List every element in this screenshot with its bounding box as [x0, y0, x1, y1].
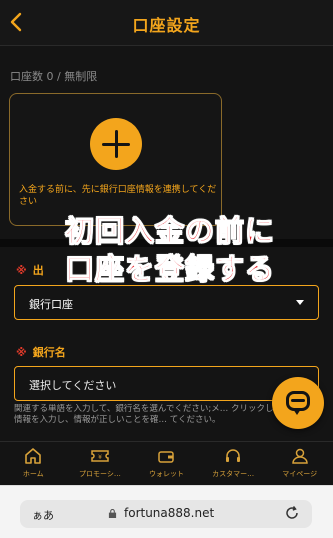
nav-wallet[interactable]: ウォレット	[133, 442, 200, 485]
add-account-note: 入金する前に、先に銀行口座情報を連携してください	[19, 185, 217, 207]
lock-icon	[108, 509, 117, 518]
promo-overlay: 初回入金の前に 口座を登録する	[40, 212, 300, 288]
wallet-icon	[158, 451, 175, 463]
add-account-card[interactable]: 入金する前に、先に銀行口座情報を連携してください	[9, 93, 222, 226]
bank-name-placeholder: 選択してください	[29, 379, 117, 392]
overlay-line1: 初回入金の前に	[64, 214, 275, 249]
header: 口座設定	[0, 0, 333, 46]
overlay-line2: 口座を登録する	[64, 252, 275, 287]
url-text: fortuna888.net	[124, 506, 215, 520]
required-mark: ※	[16, 264, 27, 277]
ticket-icon: ¥	[91, 450, 109, 462]
nav-customer[interactable]: カスタマー…	[200, 442, 267, 485]
text-size-button[interactable]: ぁあ	[32, 507, 54, 523]
account-type-select[interactable]: 銀行口座	[14, 285, 319, 320]
user-icon	[291, 448, 308, 464]
bank-name-label: ※ 銀行名	[16, 346, 66, 359]
svg-text:¥: ¥	[98, 454, 102, 461]
address-bar[interactable]: ぁあ fortuna888.net	[20, 500, 312, 528]
account-count: 口座数 0 / 無制限	[10, 70, 98, 83]
chevron-down-icon	[296, 300, 304, 305]
nav-mypage[interactable]: マイページ	[266, 442, 333, 485]
nav-home[interactable]: ホーム	[0, 442, 67, 485]
page-title: 口座設定	[132, 16, 201, 35]
required-mark: ※	[16, 346, 27, 359]
reload-icon[interactable]	[284, 505, 300, 521]
bank-name-help: 関連する単語を入力して、銀行名を選んでください;メ… クリックして銀行名情報を入…	[14, 404, 308, 425]
chat-dots	[291, 399, 305, 402]
bottom-nav: ホーム ¥ プロモーシ… ウォレット カスタマー… マイページ	[0, 441, 333, 485]
plus-icon[interactable]	[90, 118, 142, 170]
home-icon	[25, 448, 42, 464]
nav-promotion[interactable]: ¥ プロモーシ…	[67, 442, 134, 485]
headset-icon	[226, 449, 241, 462]
chat-button[interactable]	[272, 377, 324, 429]
browser-toolbar: ぁあ fortuna888.net	[0, 485, 333, 538]
account-type-value: 銀行口座	[29, 298, 73, 311]
